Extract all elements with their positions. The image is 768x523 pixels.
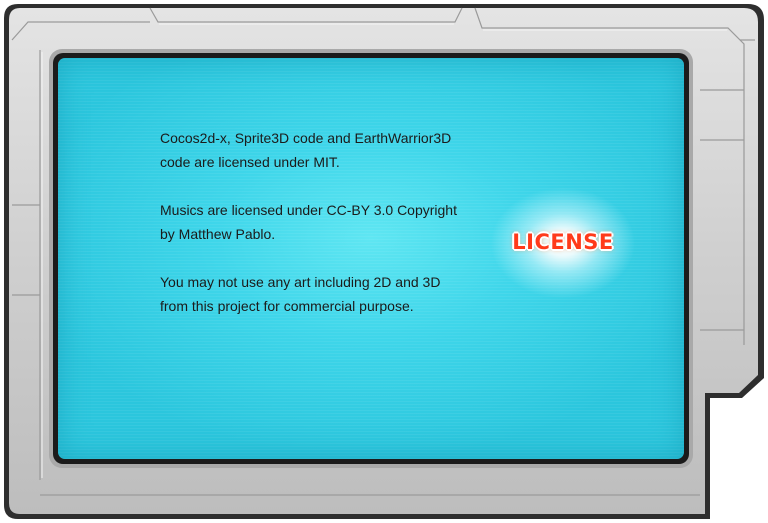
license-screen: Cocos2d-x, Sprite3D code and EarthWarrio… (0, 0, 768, 523)
license-paragraph-art: You may not use any art including 2D and… (160, 274, 441, 314)
license-title: LICENSE (512, 230, 614, 254)
license-paragraph-code: Cocos2d-x, Sprite3D code and EarthWarrio… (160, 130, 452, 170)
screen-panel: Cocos2d-x, Sprite3D code and EarthWarrio… (58, 58, 684, 459)
license-paragraph-music: Musics are licensed under CC-BY 3.0 Copy… (160, 202, 457, 242)
license-title-badge: LICENSE (478, 178, 648, 308)
license-text-block: Cocos2d-x, Sprite3D code and EarthWarrio… (160, 126, 460, 318)
